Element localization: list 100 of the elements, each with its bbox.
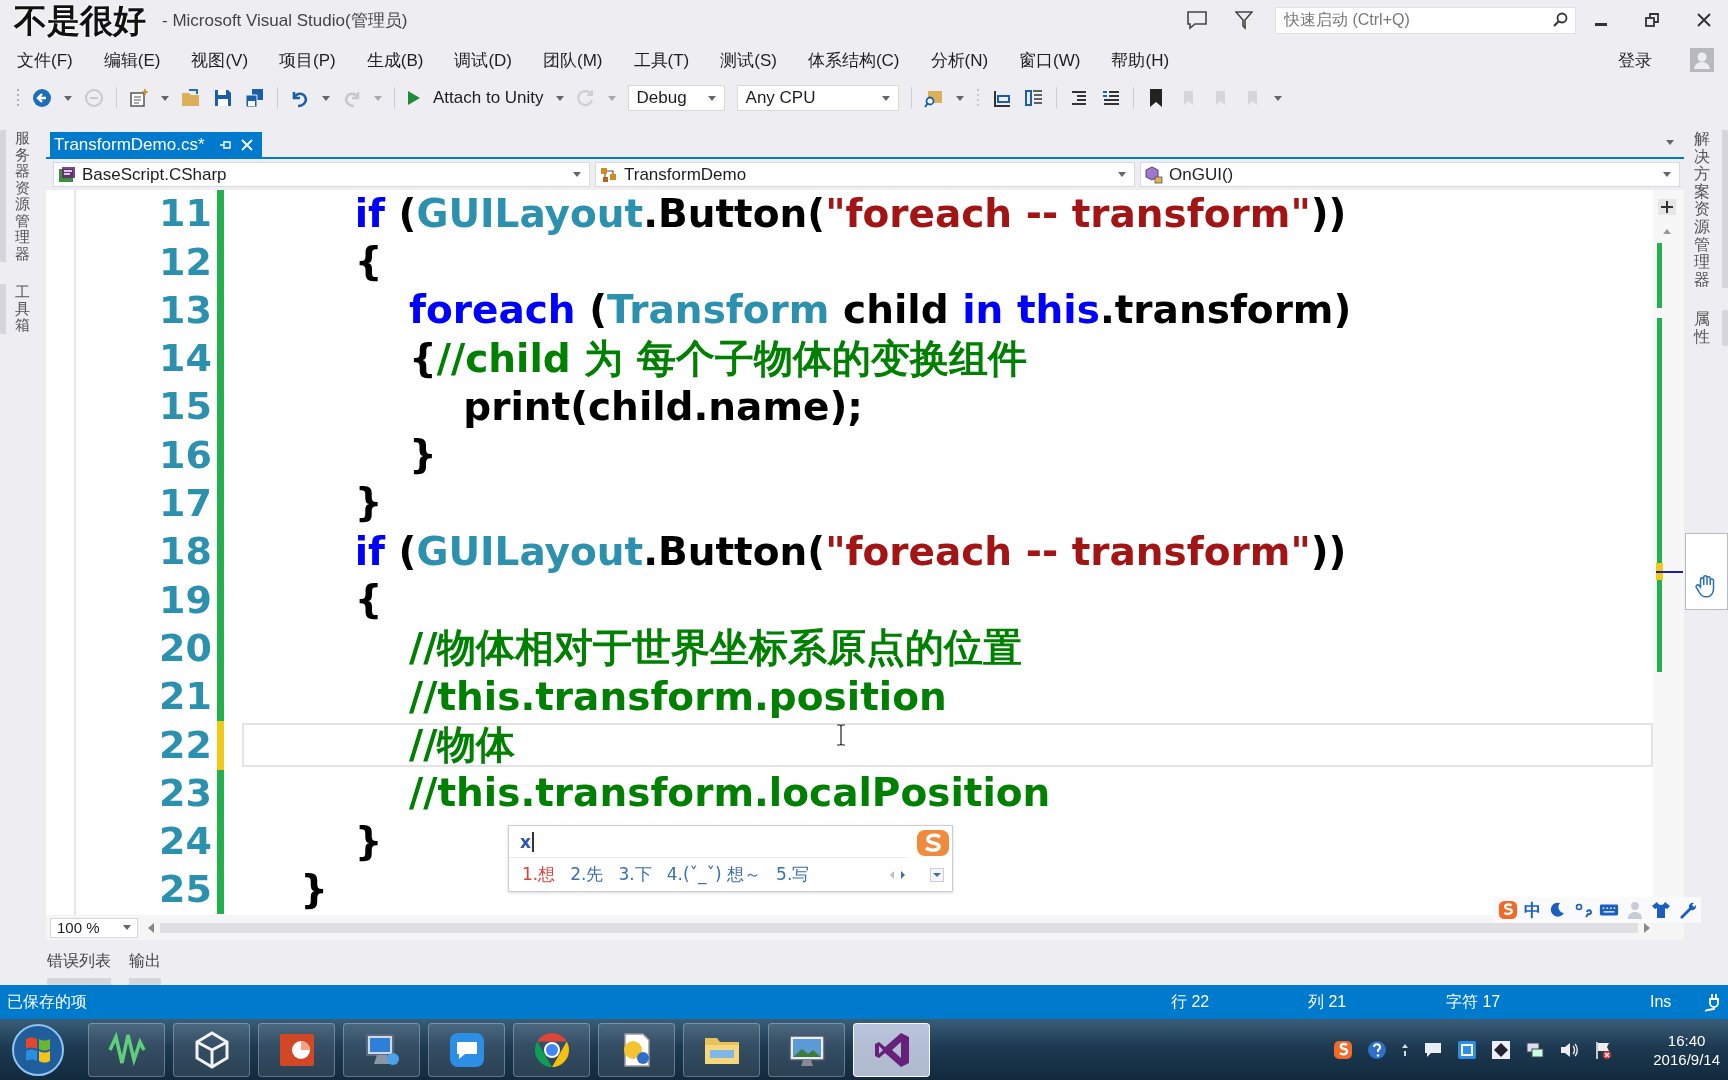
grip-icon[interactable]	[16, 87, 20, 109]
line-number: 13	[159, 288, 212, 333]
save-icon[interactable]	[213, 88, 233, 108]
filter-icon[interactable]	[1235, 10, 1253, 30]
caret-icon[interactable]	[955, 95, 964, 101]
ime-candidate[interactable]: 4.(ˇ_ˇ) 想～	[666, 863, 762, 886]
close-icon[interactable]	[1697, 13, 1711, 27]
menu-item[interactable]: 团队(M)	[543, 48, 603, 72]
class-icon	[600, 165, 618, 184]
code-line: //this.transform.localPosition	[408, 772, 1051, 816]
help-icon[interactable]	[1367, 1039, 1388, 1060]
column-indicator: 列 21	[1308, 992, 1347, 1010]
ime-candidate[interactable]: 1.想	[522, 863, 556, 886]
video-subtitle: 不是很好	[14, 2, 146, 40]
caret-icon[interactable]	[930, 867, 944, 882]
taskbar-button[interactable]	[768, 1022, 845, 1077]
save-all-icon[interactable]	[245, 88, 265, 108]
menu-item[interactable]: 帮助(H)	[1111, 48, 1170, 72]
list-lines-icon[interactable]	[1100, 88, 1121, 108]
code-line: {	[354, 579, 383, 622]
menu-item[interactable]: 窗口(W)	[1019, 48, 1081, 72]
side-tab[interactable]: 服务器资源管理器	[0, 130, 32, 262]
quick-launch-field[interactable]: 快速启动 (Ctrl+Q)	[1275, 6, 1576, 34]
code-line: if (GUILayout.Button("foreach -- transform"))	[354, 530, 1347, 574]
attach-button[interactable]: Attach to Unity	[407, 88, 564, 108]
document-tab[interactable]: TransformDemo.cs*	[50, 132, 262, 157]
menu-item[interactable]: 文件(F)	[17, 48, 73, 72]
scroll-left-icon[interactable]	[148, 922, 154, 933]
ime-candidate[interactable]: 3.下	[618, 863, 652, 886]
tray-arrow-icon[interactable]	[1401, 1042, 1410, 1057]
side-tab[interactable]: 解决方案资源管理器	[1694, 130, 1728, 289]
split-handle-icon[interactable]	[1658, 199, 1676, 215]
network-icon[interactable]	[1525, 1039, 1546, 1060]
taskbar-button[interactable]	[598, 1022, 675, 1077]
taskbar-button[interactable]	[343, 1022, 420, 1077]
member-dropdown[interactable]: OnGUI()	[1140, 162, 1680, 187]
feedback-icon[interactable]	[1186, 10, 1208, 30]
ime-candidate[interactable]: 2.先	[570, 863, 604, 886]
status-message: 已保存的项	[7, 992, 87, 1010]
taskbar-button[interactable]	[683, 1022, 760, 1077]
new-item-icon[interactable]	[129, 88, 149, 108]
menu-item[interactable]: 生成(B)	[366, 48, 424, 72]
side-tab[interactable]: 属性	[1694, 310, 1728, 346]
type-dropdown[interactable]: TransformDemo	[595, 162, 1135, 187]
taskbar-button[interactable]	[88, 1022, 165, 1077]
caret-icon[interactable]	[64, 95, 72, 101]
scroll-up-icon[interactable]	[1663, 229, 1671, 234]
code-line: {	[354, 241, 383, 284]
app-icon[interactable]	[1457, 1039, 1478, 1060]
shirt-icon[interactable]	[1651, 900, 1671, 920]
menu-item[interactable]: 项目(P)	[279, 48, 336, 72]
zoom-dropdown[interactable]: 100 %	[50, 917, 138, 938]
taskbar-button[interactable]	[258, 1022, 335, 1077]
side-tab[interactable]: 工具箱	[0, 284, 32, 334]
start-orb-icon[interactable]	[11, 1022, 65, 1077]
grip-icon[interactable]	[975, 87, 980, 109]
code-line: }	[354, 820, 383, 864]
menu-item[interactable]: 编辑(E)	[103, 48, 161, 72]
caret-icon[interactable]	[1666, 140, 1674, 145]
ime-candidate[interactable]: 5.写	[776, 863, 810, 886]
menu-item[interactable]: 分析(N)	[930, 48, 989, 72]
caret-icon	[555, 95, 564, 101]
menu-item[interactable]: 工具(T)	[633, 48, 690, 72]
find-icon[interactable]	[923, 88, 944, 108]
diamond-tile-icon[interactable]	[1491, 1039, 1512, 1060]
composition-field[interactable]: x	[509, 826, 908, 858]
pin-icon[interactable]	[218, 138, 231, 151]
columns-icon[interactable]	[1023, 88, 1044, 108]
caret-icon[interactable]	[1273, 95, 1282, 101]
scrollbar-thumb[interactable]	[160, 922, 1638, 933]
menu-item[interactable]: 调试(D)	[454, 48, 512, 72]
platform-dropdown[interactable]: Any CPU	[736, 85, 899, 111]
caret-icon	[1663, 172, 1671, 177]
restore-icon[interactable]	[1645, 13, 1659, 27]
project-dropdown[interactable]: BaseScript.CSharp	[53, 162, 590, 187]
caret-icon[interactable]	[161, 95, 169, 101]
ime-logo-icon[interactable]	[1333, 1039, 1354, 1060]
scroll-right-icon[interactable]	[1644, 922, 1650, 933]
sign-in-link[interactable]: 登录	[1618, 48, 1652, 72]
configuration-dropdown[interactable]: Debug	[627, 85, 725, 111]
taskbar-button[interactable]	[173, 1022, 250, 1077]
flag-icon[interactable]	[1593, 1039, 1614, 1060]
input-mode-toggle[interactable]: 中	[1524, 898, 1541, 922]
taskbar-button[interactable]	[853, 1022, 930, 1077]
caret-icon[interactable]	[322, 95, 330, 101]
code-line: }	[408, 434, 437, 478]
taskbar-button[interactable]	[513, 1022, 590, 1077]
line-number: 12	[159, 240, 212, 285]
menu-item[interactable]: 视图(V)	[191, 48, 249, 72]
folder-icon[interactable]	[181, 88, 201, 108]
window-title: - Microsoft Visual Studio(管理员)	[162, 9, 408, 32]
clock-date: 2016/9/14	[1653, 1049, 1720, 1069]
taskbar-button[interactable]	[428, 1022, 505, 1077]
line-number: 16	[159, 433, 212, 478]
menu-item[interactable]: 体系结构(C)	[807, 48, 900, 72]
back-icon[interactable]	[32, 88, 52, 108]
layout-icon[interactable]	[991, 88, 1012, 108]
menu-item[interactable]: 测试(S)	[720, 48, 777, 72]
caret-icon	[123, 925, 131, 930]
line-number: 20	[159, 626, 212, 671]
